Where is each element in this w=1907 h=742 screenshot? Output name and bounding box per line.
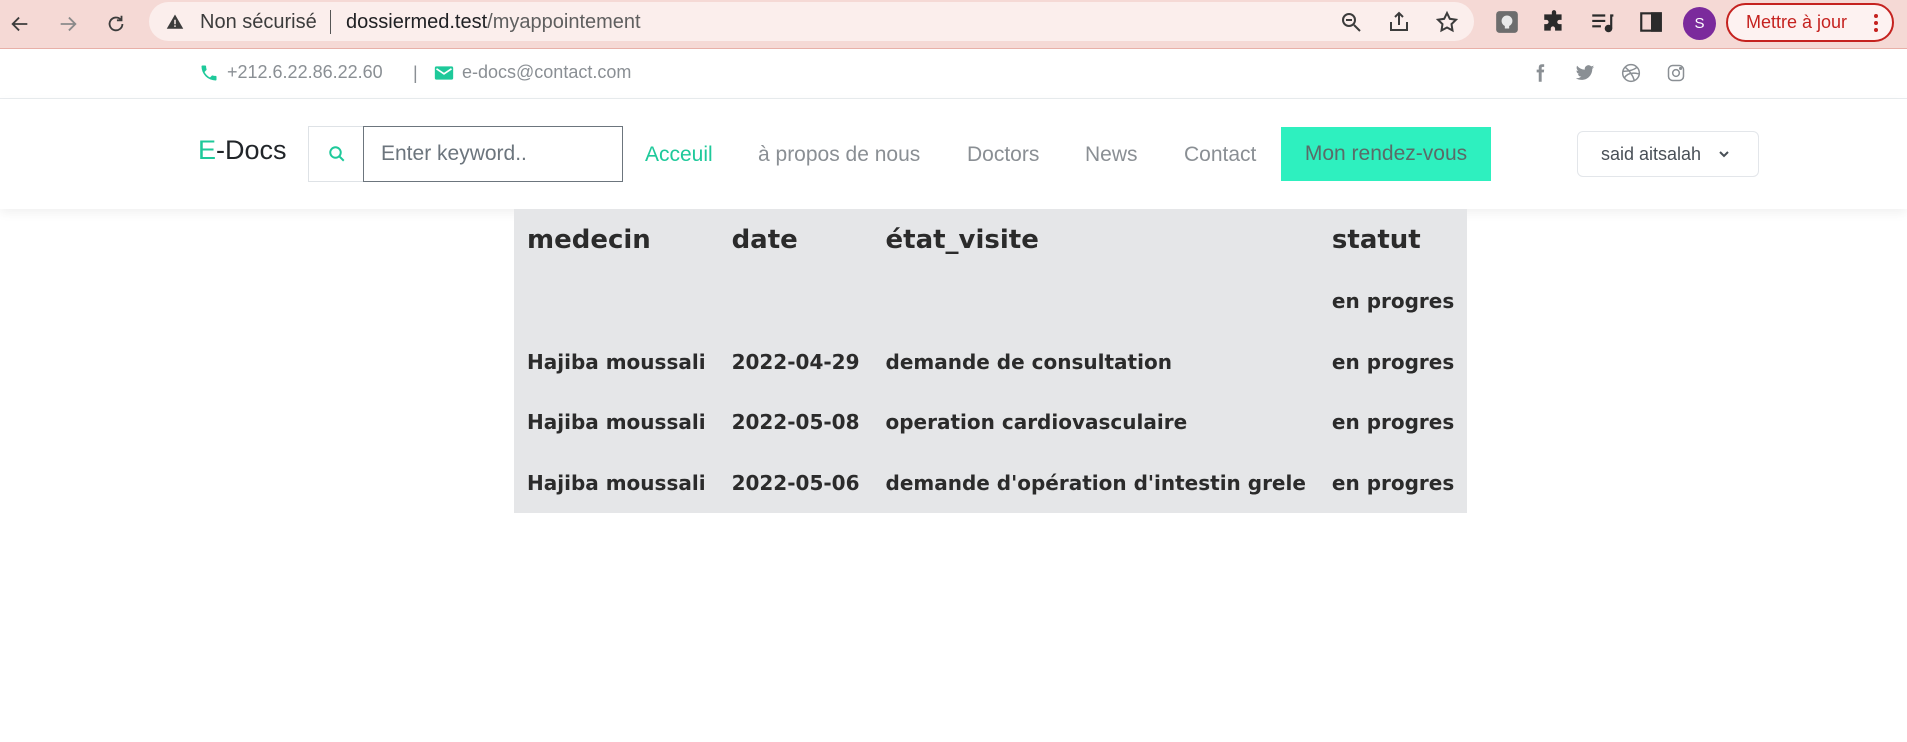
nav-link-about[interactable]: à propos de nous bbox=[758, 143, 920, 167]
zoom-icon[interactable] bbox=[1339, 10, 1363, 34]
puzzle-icon[interactable] bbox=[1541, 9, 1567, 35]
extension-icon[interactable] bbox=[1494, 9, 1520, 35]
kebab-icon bbox=[1874, 14, 1878, 32]
instagram-icon[interactable] bbox=[1666, 63, 1686, 83]
back-icon[interactable] bbox=[5, 9, 35, 39]
contact-bar: +212.6.22.86.22.60 | e-docs@contact.com bbox=[0, 49, 1907, 99]
reload-icon[interactable] bbox=[101, 9, 131, 39]
url-text[interactable]: dossiermed.test/myappointement bbox=[346, 11, 641, 34]
appointments-table: medecin date état_visite statut en progr… bbox=[514, 209, 1468, 514]
chevron-down-icon bbox=[1719, 151, 1729, 158]
phone-icon bbox=[201, 65, 217, 81]
table-row: Hajiba moussali 2022-05-08 operation car… bbox=[514, 392, 1467, 453]
cell-etat-visite: demande de consultation bbox=[885, 349, 1172, 374]
cell-etat-visite: demande d'opération d'intestin grele bbox=[885, 470, 1306, 495]
cell-date: 2022-05-08 bbox=[731, 410, 860, 435]
update-label: Mettre à jour bbox=[1746, 12, 1848, 32]
table-row: en progres bbox=[514, 271, 1467, 332]
cell-medecin bbox=[514, 271, 719, 332]
search-icon bbox=[328, 146, 344, 162]
security-label[interactable]: Non sécurisé bbox=[200, 11, 317, 34]
cell-medecin: Hajiba moussali bbox=[527, 410, 706, 435]
search-input[interactable] bbox=[363, 126, 623, 182]
user-menu-dropdown[interactable]: said aitsalah bbox=[1577, 131, 1759, 177]
url-path: /myappointement bbox=[487, 11, 641, 33]
address-bar[interactable]: Non sécurisé dossiermed.test/myappointem… bbox=[149, 2, 1474, 41]
cell-medecin: Hajiba moussali bbox=[527, 470, 706, 495]
my-appointment-button[interactable]: Mon rendez-vous bbox=[1281, 127, 1491, 181]
cell-statut: en progres bbox=[1331, 410, 1455, 435]
warning-icon bbox=[166, 14, 184, 29]
cell-medecin: Hajiba moussali bbox=[527, 349, 706, 374]
nav-link-contact[interactable]: Contact bbox=[1184, 143, 1256, 167]
cell-date: 2022-04-29 bbox=[731, 349, 860, 374]
cell-statut: en progres bbox=[1331, 349, 1455, 374]
facebook-icon[interactable] bbox=[1530, 63, 1550, 83]
user-name: said aitsalah bbox=[1601, 143, 1702, 164]
cell-statut: en progres bbox=[1331, 470, 1455, 495]
update-button[interactable]: Mettre à jour bbox=[1726, 3, 1894, 42]
column-header-date: date bbox=[731, 225, 798, 255]
main-navbar: E-Docs Acceuil à propos de nous Doctors … bbox=[0, 99, 1907, 209]
contact-divider: | bbox=[413, 63, 418, 83]
cell-statut: en progres bbox=[1331, 289, 1455, 314]
cell-date: 2022-05-06 bbox=[731, 470, 860, 495]
cell-etat-visite: operation cardiovasculaire bbox=[885, 410, 1188, 435]
dribbble-icon[interactable] bbox=[1621, 63, 1641, 83]
nav-link-news[interactable]: News bbox=[1085, 143, 1138, 167]
media-icon[interactable] bbox=[1589, 9, 1615, 35]
column-header-etat-visite: état_visite bbox=[885, 225, 1039, 255]
forward-icon[interactable] bbox=[53, 9, 83, 39]
sidepanel-icon[interactable] bbox=[1638, 9, 1664, 35]
nav-link-doctors[interactable]: Doctors bbox=[967, 143, 1039, 167]
profile-avatar[interactable]: S bbox=[1683, 7, 1716, 40]
column-header-statut: statut bbox=[1331, 225, 1421, 255]
table-row: Hajiba moussali 2022-05-06 demande d'opé… bbox=[514, 453, 1467, 514]
table-header-row: medecin date état_visite statut bbox=[514, 209, 1467, 271]
browser-toolbar: Non sécurisé dossiermed.test/myappointem… bbox=[0, 0, 1907, 49]
twitter-icon[interactable] bbox=[1575, 63, 1595, 83]
search-button[interactable] bbox=[308, 126, 364, 182]
brand-logo[interactable]: E-Docs bbox=[198, 135, 287, 166]
url-host: dossiermed.test bbox=[346, 11, 488, 33]
column-header-medecin: medecin bbox=[527, 225, 651, 255]
nav-link-acceuil[interactable]: Acceuil bbox=[645, 143, 713, 167]
cell-etat-visite bbox=[873, 271, 1319, 332]
share-icon[interactable] bbox=[1387, 10, 1411, 34]
brand-text: -Docs bbox=[216, 135, 287, 165]
mail-icon bbox=[434, 66, 454, 80]
star-icon[interactable] bbox=[1435, 10, 1459, 34]
email-address[interactable]: e-docs@contact.com bbox=[462, 62, 631, 83]
phone-number[interactable]: +212.6.22.86.22.60 bbox=[227, 62, 383, 83]
table-row: Hajiba moussali 2022-04-29 demande de co… bbox=[514, 332, 1467, 393]
omnibox-divider bbox=[330, 10, 331, 34]
cell-date bbox=[719, 271, 873, 332]
brand-accent: E bbox=[198, 135, 217, 165]
